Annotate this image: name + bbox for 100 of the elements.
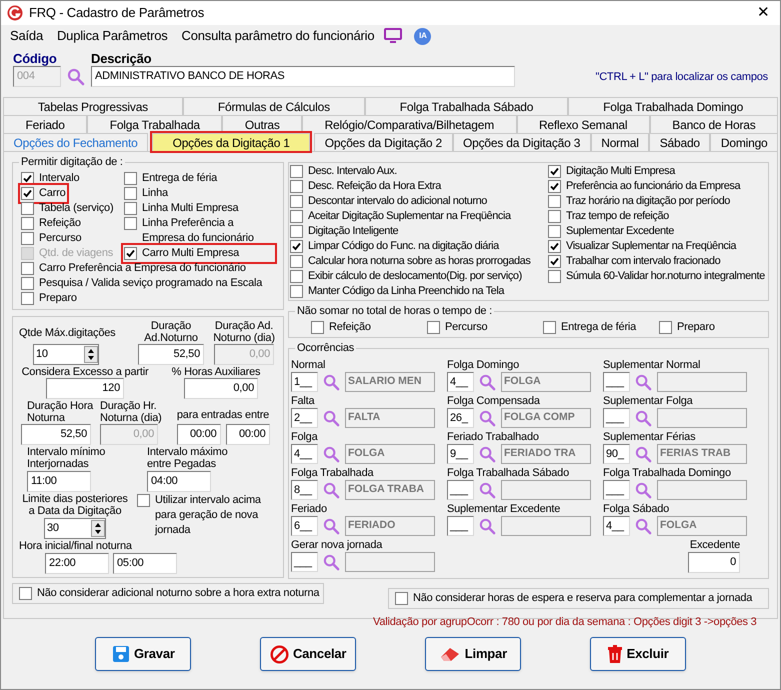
checkbox[interactable] [290,165,303,178]
tab[interactable]: Opções da Digitação 1 [152,133,310,151]
checkbox[interactable] [137,494,150,507]
code-field[interactable]: 1__ [291,372,318,392]
checkbox[interactable] [21,277,34,290]
checkbox[interactable] [290,225,303,238]
clear-button[interactable]: Limpar [424,637,521,671]
checkbox[interactable] [21,292,34,305]
checkbox[interactable] [395,592,408,605]
input-field[interactable]: 00:00 [176,424,220,445]
checkbox[interactable] [548,195,561,208]
search-icon[interactable] [635,518,652,534]
code-field[interactable]: 9__ [447,444,474,464]
search-icon[interactable] [479,518,496,534]
search-icon[interactable] [635,446,652,462]
search-icon[interactable] [323,518,340,534]
code-field[interactable]: 90_ [603,444,630,464]
input-field[interactable]: 0 [688,552,740,573]
tab[interactable]: Feriado [3,115,88,133]
input-field[interactable]: 120 [46,378,124,399]
checkbox[interactable] [548,225,561,238]
code-field[interactable]: 4__ [447,372,474,392]
search-icon[interactable] [479,482,496,498]
input-field[interactable]: 04:00 [147,471,211,492]
checkbox[interactable] [548,240,561,253]
search-icon[interactable] [479,374,496,390]
tab[interactable]: Tabelas Progressivas [3,97,183,115]
checkbox[interactable] [548,255,561,268]
code-field[interactable]: ___ [603,408,630,428]
tab[interactable]: Domingo [710,133,778,151]
code-field[interactable]: 2__ [291,408,318,428]
code-field[interactable]: ___ [447,480,474,500]
tab[interactable]: Opções da Digitação 3 [452,133,591,151]
search-icon[interactable] [323,374,340,390]
checkbox[interactable] [21,232,34,245]
tab[interactable]: Reflexo Semanal [516,115,650,133]
input-field[interactable]: ADMINISTRATIVO BANCO DE HORAS [91,66,515,87]
checkbox[interactable] [124,187,137,200]
checkbox[interactable] [124,217,137,230]
monitor-icon[interactable] [384,28,402,44]
search-icon[interactable] [323,446,340,462]
input-field[interactable]: 52,50 [138,344,204,365]
input-field[interactable]: 22:00 [45,553,109,574]
checkbox[interactable] [290,210,303,223]
checkbox[interactable] [659,321,672,334]
checkbox[interactable] [427,321,440,334]
tab[interactable]: Folga Trabalhada Domingo [568,97,778,115]
checkbox[interactable] [290,270,303,283]
search-icon[interactable] [479,410,496,426]
search-icon[interactable] [323,482,340,498]
search-icon[interactable] [323,410,340,426]
checkbox[interactable] [548,165,561,178]
checkbox[interactable] [290,180,303,193]
checkbox[interactable] [290,285,303,298]
tab[interactable]: Opções da Digitação 2 [314,133,453,151]
delete-button[interactable]: Excluir [590,637,686,671]
tab[interactable]: Relógio/Comparativa/Bilhetagem [302,115,516,133]
search-icon[interactable] [323,554,340,570]
menu-item[interactable]: Saída [10,26,43,46]
tab[interactable]: Fórmulas de Cálculos [182,97,365,115]
code-field[interactable]: 4__ [291,444,318,464]
input-field[interactable]: 00:00 [226,424,270,445]
checkbox[interactable] [19,587,32,600]
close-button[interactable]: ✕ [753,2,774,24]
input-field[interactable]: 52,50 [21,424,91,445]
search-icon[interactable] [635,482,652,498]
search-icon[interactable] [479,446,496,462]
checkbox[interactable] [21,262,34,275]
tab[interactable]: Sábado [649,133,710,151]
checkbox[interactable] [290,240,303,253]
checkbox[interactable] [548,210,561,223]
tab[interactable]: Folga Trabalhada Sábado [364,97,568,115]
checkbox[interactable] [21,202,34,215]
save-button[interactable]: Gravar [95,637,192,671]
checkbox[interactable] [124,247,137,260]
code-field[interactable]: 8__ [291,480,318,500]
checkbox[interactable] [21,187,34,200]
tab[interactable]: Normal [590,133,650,151]
search-icon[interactable] [635,374,652,390]
menu-item[interactable]: Duplica Parâmetros [56,26,168,46]
tab[interactable]: Folga Trabalhada [87,115,222,133]
checkbox[interactable] [548,180,561,193]
ia-badge[interactable]: IA [414,28,432,44]
checkbox[interactable] [290,255,303,268]
checkbox[interactable] [21,217,34,230]
search-icon[interactable] [67,68,85,86]
checkbox[interactable] [311,321,324,334]
input-field[interactable]: 05:00 [113,553,177,574]
checkbox[interactable] [124,172,137,185]
input-field[interactable]: 0,00 [184,378,258,399]
code-field[interactable]: ___ [603,480,630,500]
tab[interactable]: Opções do Fechamento [3,133,148,151]
code-field[interactable]: ___ [447,516,474,536]
code-field[interactable]: 6__ [291,516,318,536]
search-icon[interactable] [635,410,652,426]
checkbox[interactable] [543,321,556,334]
checkbox[interactable] [124,202,137,215]
checkbox[interactable] [548,270,561,283]
code-field[interactable]: ___ [603,372,630,392]
cancel-button[interactable]: Cancelar [260,637,356,671]
